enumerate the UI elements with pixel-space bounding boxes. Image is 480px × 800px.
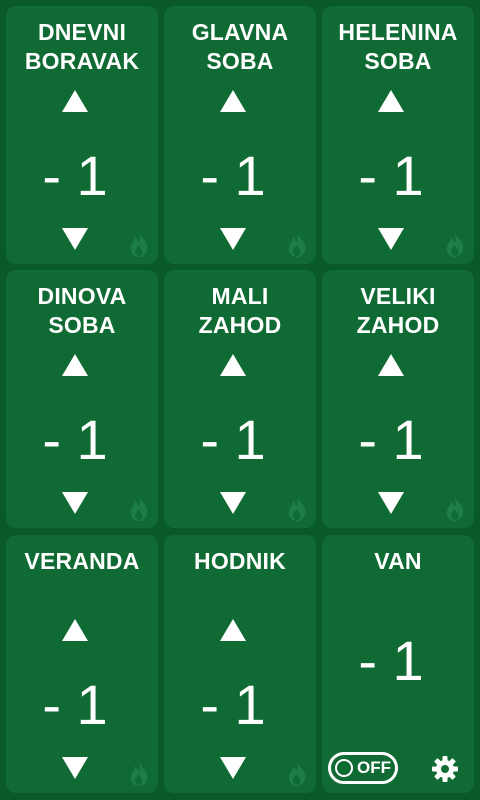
- temp-down-button[interactable]: [62, 228, 88, 250]
- temp-up-button[interactable]: [378, 354, 404, 376]
- flame-icon: [128, 496, 150, 522]
- up-arrow-icon: [378, 90, 404, 112]
- room-name: VELIKI ZAHOD: [356, 283, 440, 338]
- room-name: HODNIK: [194, 548, 286, 574]
- temp-up-button[interactable]: [62, 619, 88, 641]
- room-tile-veliki-zahod: VELIKI ZAHOD - 1: [322, 270, 474, 528]
- room-name: HELENINA SOBA: [338, 19, 458, 74]
- temp-up-button[interactable]: [220, 90, 246, 112]
- gear-icon[interactable]: [431, 755, 459, 783]
- up-arrow-icon: [62, 90, 88, 112]
- room-temperature: - 1: [358, 408, 424, 471]
- temp-up-button[interactable]: [220, 354, 246, 376]
- up-arrow-icon: [220, 354, 246, 376]
- room-tile-hodnik: HODNIK - 1: [164, 535, 316, 793]
- room-name: DNEVNI BORAVAK: [24, 19, 140, 74]
- temp-down-button[interactable]: [62, 757, 88, 779]
- outside-temperature: - 1: [358, 629, 424, 692]
- room-tile-dnevni-boravak: DNEVNI BORAVAK - 1: [6, 6, 158, 264]
- down-arrow-icon: [62, 228, 88, 250]
- up-arrow-icon: [220, 90, 246, 112]
- down-arrow-icon: [220, 757, 246, 779]
- room-temperature: - 1: [200, 408, 266, 471]
- room-temperature: - 1: [42, 673, 108, 736]
- temp-down-button[interactable]: [378, 228, 404, 250]
- heating-off-toggle[interactable]: OFF: [328, 752, 398, 784]
- room-grid: DNEVNI BORAVAK - 1 GLAVNA SOBA - 1 HELEN…: [0, 0, 480, 800]
- down-arrow-icon: [220, 492, 246, 514]
- room-name: VERANDA: [24, 548, 140, 574]
- down-arrow-icon: [378, 492, 404, 514]
- up-arrow-icon: [62, 619, 88, 641]
- room-temperature: - 1: [42, 144, 108, 207]
- toggle-knob: [335, 759, 353, 777]
- down-arrow-icon: [378, 228, 404, 250]
- flame-icon: [444, 496, 466, 522]
- down-arrow-icon: [220, 228, 246, 250]
- outside-name: VAN: [374, 548, 422, 574]
- room-tile-helenina-soba: HELENINA SOBA - 1: [322, 6, 474, 264]
- flame-icon: [128, 761, 150, 787]
- flame-icon: [444, 232, 466, 258]
- room-name: GLAVNA SOBA: [191, 19, 289, 74]
- up-arrow-icon: [378, 354, 404, 376]
- temp-down-button[interactable]: [220, 492, 246, 514]
- room-temperature: - 1: [358, 144, 424, 207]
- toggle-label: OFF: [357, 758, 391, 777]
- room-tile-glavna-soba: GLAVNA SOBA - 1: [164, 6, 316, 264]
- flame-icon: [128, 232, 150, 258]
- room-temperature: - 1: [200, 673, 266, 736]
- room-tile-mali-zahod: MALI ZAHOD - 1: [164, 270, 316, 528]
- temp-down-button[interactable]: [378, 492, 404, 514]
- room-temperature: - 1: [42, 408, 108, 471]
- room-name: MALI ZAHOD: [198, 283, 282, 338]
- down-arrow-icon: [62, 757, 88, 779]
- temp-down-button[interactable]: [220, 757, 246, 779]
- flame-icon: [286, 232, 308, 258]
- up-arrow-icon: [62, 354, 88, 376]
- up-arrow-icon: [220, 619, 246, 641]
- temp-up-button[interactable]: [220, 619, 246, 641]
- down-arrow-icon: [62, 492, 88, 514]
- room-tile-veranda: VERANDA - 1: [6, 535, 158, 793]
- room-name: DINOVA SOBA: [37, 283, 127, 338]
- temp-down-button[interactable]: [220, 228, 246, 250]
- room-temperature: - 1: [200, 144, 266, 207]
- temp-down-button[interactable]: [62, 492, 88, 514]
- temp-up-button[interactable]: [62, 90, 88, 112]
- flame-icon: [286, 496, 308, 522]
- flame-icon: [286, 761, 308, 787]
- room-tile-dinova-soba: DINOVA SOBA - 1: [6, 270, 158, 528]
- temp-up-button[interactable]: [62, 354, 88, 376]
- temp-up-button[interactable]: [378, 90, 404, 112]
